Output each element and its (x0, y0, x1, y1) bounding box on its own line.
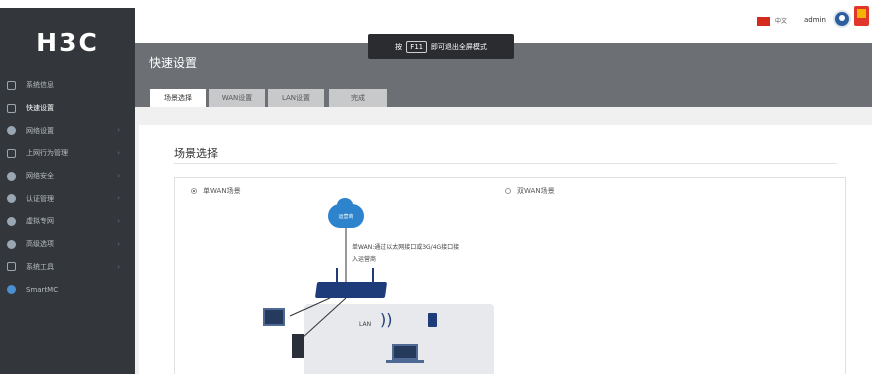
sidebar-item-behavior-management[interactable]: 上网行为管理 › (0, 142, 135, 165)
username[interactable]: admin (804, 16, 826, 24)
sidebar-item-advanced[interactable]: 高级选项 › (0, 233, 135, 256)
sidebar: H3C 系统信息 快速设置 网络设置 › 上网行为管理 › 网络安全 › 认证管… (0, 0, 135, 374)
laptop-icon (392, 344, 418, 360)
chevron-right-icon: › (117, 194, 120, 203)
sidebar-item-label: 上网行为管理 (26, 149, 68, 158)
wifi-icon: )) (380, 310, 393, 329)
china-flag-icon[interactable] (757, 17, 770, 26)
chevron-right-icon: › (117, 149, 120, 158)
chevron-right-icon: › (117, 126, 120, 135)
tip-prefix: 按 (395, 42, 403, 51)
radio-label: 单WAN场景 (203, 187, 241, 195)
section-title: 场景选择 (174, 147, 218, 160)
tip-suffix: 即可退出全屏模式 (430, 42, 487, 51)
chevron-right-icon: › (117, 217, 120, 226)
sidebar-item-network-settings[interactable]: 网络设置 › (0, 119, 135, 142)
lan-label: LAN (359, 321, 372, 328)
settings-icon (7, 239, 16, 249)
wizard-tabs: 场景选择 WAN设置 LAN设置 完成 (135, 79, 872, 107)
chevron-right-icon: › (117, 239, 120, 248)
sidebar-item-network-security[interactable]: 网络安全 › (0, 165, 135, 188)
radio-label: 双WAN场景 (517, 187, 555, 195)
fullscreen-exit-tip: 按 F11 即可退出全屏模式 (368, 34, 514, 59)
sidebar-menu: 系统信息 快速设置 网络设置 › 上网行为管理 › 网络安全 › 认证管理 › … (0, 74, 135, 301)
wan-description: 单WAN:通过以太网接口或3G/4G接口接入运营商 (352, 244, 460, 263)
tools-icon (7, 262, 16, 272)
wrench-icon (7, 103, 16, 113)
radio-checked-icon (191, 188, 197, 194)
chevron-right-icon: › (117, 262, 120, 271)
globe-icon (7, 126, 16, 136)
language-switch[interactable]: 中文 (775, 16, 787, 25)
sidebar-item-label: 快速设置 (26, 104, 54, 113)
sidebar-item-label: 认证管理 (26, 194, 54, 203)
sidebar-item-system-tools[interactable]: 系统工具 › (0, 256, 135, 279)
tab-lan-settings[interactable]: LAN设置 (268, 89, 324, 107)
radio-unchecked-icon (505, 188, 511, 194)
sidebar-item-label: 网络设置 (26, 126, 54, 135)
router-icon (314, 282, 388, 298)
tab-wan-settings[interactable]: WAN设置 (209, 89, 265, 107)
vpn-icon (7, 216, 16, 226)
tab-scenario[interactable]: 场景选择 (150, 89, 206, 107)
quick-setup-page: H3C 系统信息 快速设置 网络设置 › 上网行为管理 › 网络安全 › 认证管… (0, 0, 872, 374)
single-wan-diagram: 运营商 单WAN:通过以太网接口或3G/4G接口接入运营商 LAN )) (250, 198, 570, 374)
f11-key: F11 (406, 40, 427, 53)
network-icon (7, 148, 16, 158)
page-title: 快速设置 (149, 56, 198, 70)
phone-icon (428, 313, 437, 327)
cloud-label: 运营商 (338, 213, 354, 220)
smartmc-icon (7, 285, 16, 295)
sidebar-item-label: 高级选项 (26, 240, 54, 249)
sidebar-item-system-info[interactable]: 系统信息 (0, 74, 135, 97)
sidebar-item-smartmc[interactable]: SmartMC (0, 278, 135, 301)
dual-wan-radio[interactable]: 双WAN场景 (505, 186, 555, 196)
sidebar-item-label: SmartMC (26, 285, 59, 294)
gauge-icon (7, 80, 16, 90)
sidebar-item-quick-setup[interactable]: 快速设置 (0, 97, 135, 120)
sidebar-item-label: 虚拟专网 (26, 217, 54, 226)
chevron-right-icon: › (117, 171, 120, 180)
sidebar-top-strip (0, 0, 135, 8)
single-wan-radio[interactable]: 单WAN场景 (191, 186, 241, 196)
tab-finish[interactable]: 完成 (329, 89, 387, 107)
shield-icon (7, 171, 16, 181)
section-divider (174, 163, 837, 164)
h3c-logo: H3C (36, 28, 99, 57)
main-content: 场景选择 单WAN场景 双WAN场景 运营商 单WAN:通过以太网接口或3G/4… (135, 107, 872, 374)
scenario-box: 单WAN场景 双WAN场景 运营商 单WAN:通过以太网接口或3G/4G接口接入… (174, 177, 846, 374)
sidebar-item-vpn[interactable]: 虚拟专网 › (0, 210, 135, 233)
exit-icon[interactable] (854, 6, 869, 26)
sidebar-item-auth-management[interactable]: 认证管理 › (0, 187, 135, 210)
sidebar-item-label: 网络安全 (26, 172, 54, 181)
laptop-base (386, 360, 424, 363)
desktop-pc-icon (263, 308, 285, 326)
server-icon (292, 334, 304, 358)
scenario-panel: 场景选择 单WAN场景 双WAN场景 运营商 单WAN:通过以太网接口或3G/4… (139, 125, 872, 374)
sidebar-item-label: 系统信息 (26, 81, 54, 90)
sidebar-item-label: 系统工具 (26, 262, 54, 271)
avatar[interactable] (833, 10, 851, 28)
auth-icon (7, 194, 16, 204)
